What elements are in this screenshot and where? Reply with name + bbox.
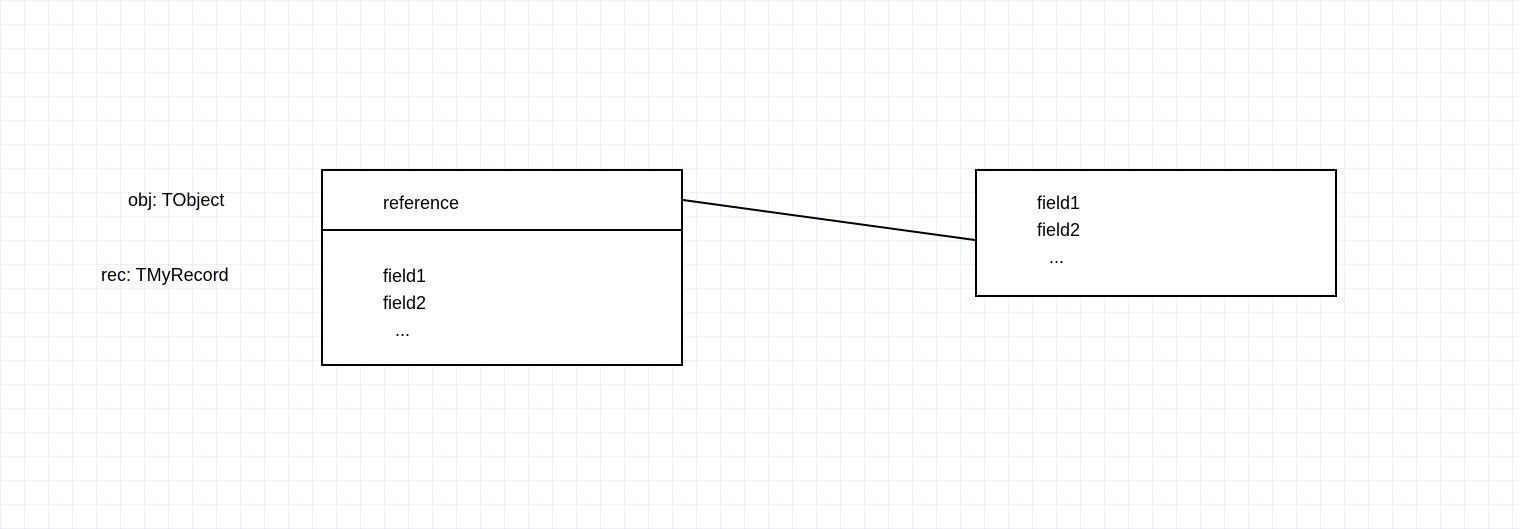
stack-divider xyxy=(323,229,681,231)
record-ellipsis: ... xyxy=(395,320,410,341)
stack-box: reference field1 field2 ... xyxy=(321,169,683,366)
record-field1: field1 xyxy=(383,266,426,287)
heap-field2: field2 xyxy=(1037,220,1080,241)
reference-cell: reference xyxy=(383,193,459,214)
heap-ellipsis: ... xyxy=(1049,247,1064,268)
diagram-canvas: obj: TObject rec: TMyRecord reference fi… xyxy=(0,0,1520,529)
heap-field1: field1 xyxy=(1037,193,1080,214)
label-obj: obj: TObject xyxy=(128,190,224,211)
record-field2: field2 xyxy=(383,293,426,314)
heap-box: field1 field2 ... xyxy=(975,169,1337,297)
label-rec: rec: TMyRecord xyxy=(101,265,229,286)
